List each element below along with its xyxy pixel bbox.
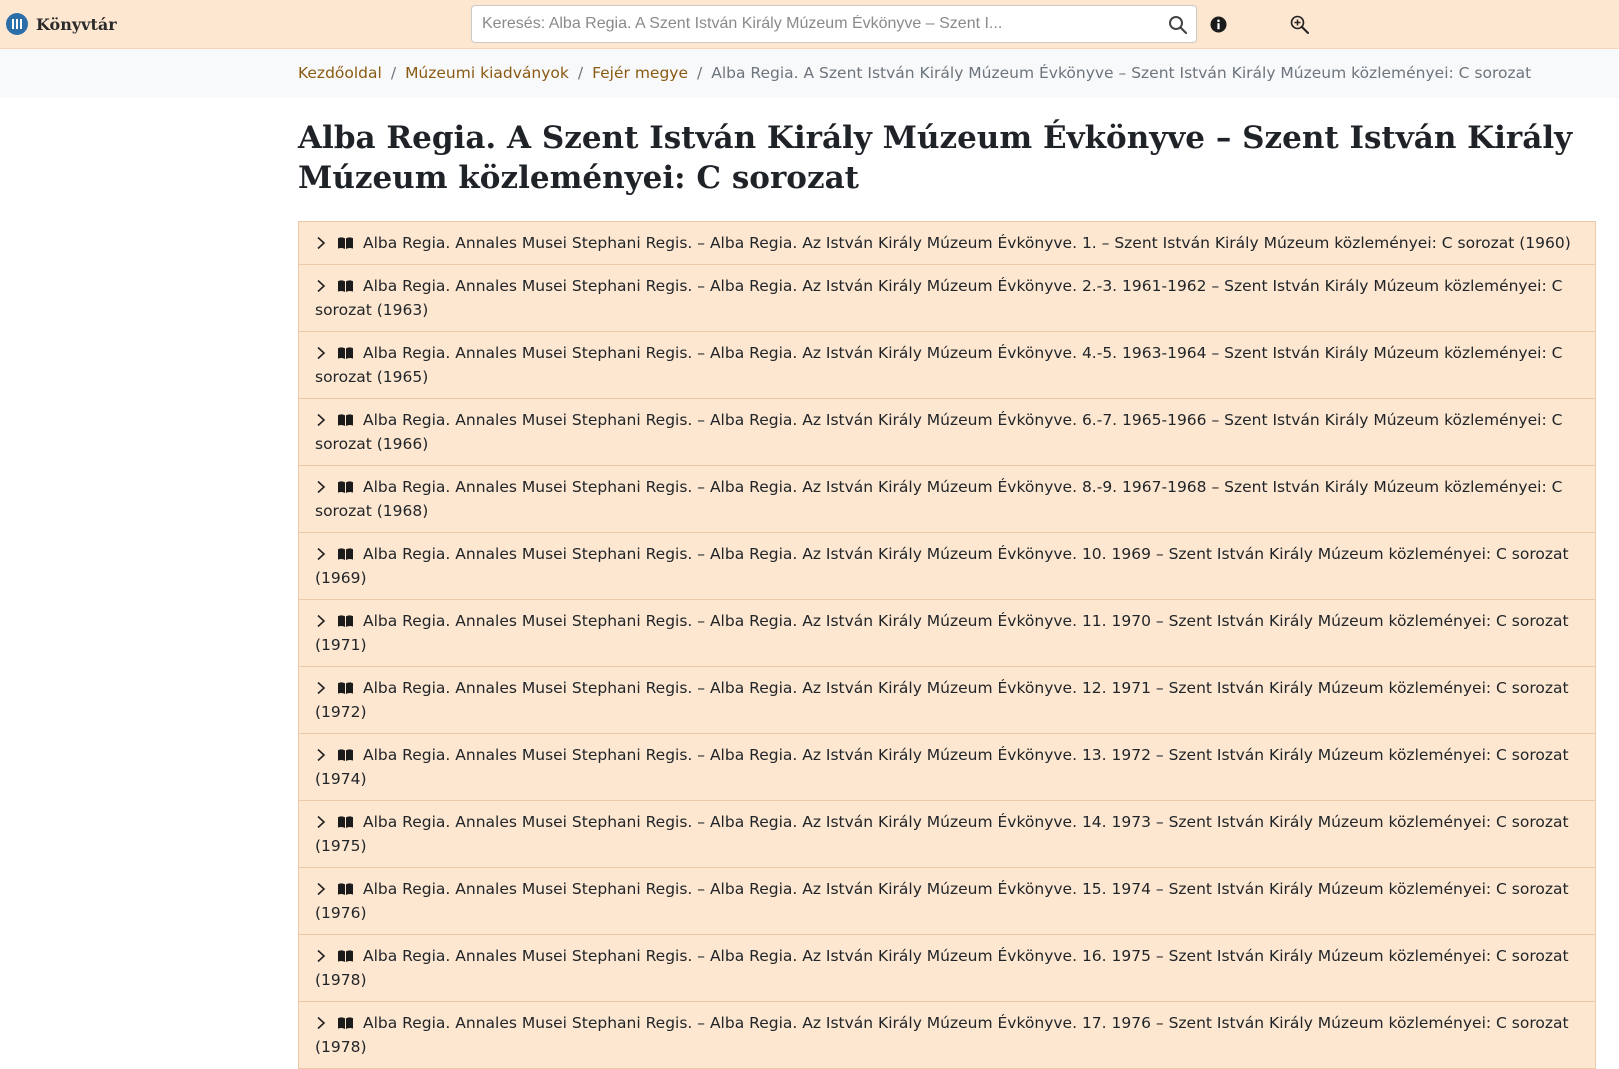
breadcrumb-home[interactable]: Kezdőoldal (298, 64, 382, 82)
breadcrumb-separator: / (577, 64, 584, 82)
list-item[interactable]: Alba Regia. Annales Musei Stephani Regis… (299, 399, 1595, 466)
list-item-label: Alba Regia. Annales Musei Stephani Regis… (315, 411, 1563, 453)
book-icon (337, 678, 354, 694)
list-item-label: Alba Regia. Annales Musei Stephani Regis… (315, 612, 1569, 654)
book-icon (337, 544, 354, 560)
book-icon (337, 410, 354, 426)
list-item[interactable]: Alba Regia. Annales Musei Stephani Regis… (299, 1002, 1595, 1069)
page-title: Alba Regia. A Szent István Király Múzeum… (298, 120, 1573, 196)
list-item[interactable]: Alba Regia. Annales Musei Stephani Regis… (299, 935, 1595, 1002)
list-item-label: Alba Regia. Annales Musei Stephani Regis… (315, 880, 1569, 922)
chevron-right-icon[interactable] (315, 745, 327, 762)
list-item[interactable]: Alba Regia. Annales Musei Stephani Regis… (299, 533, 1595, 600)
top-navbar: Könyvtár (0, 0, 1619, 49)
chevron-right-icon[interactable] (315, 276, 327, 293)
list-item-label: Alba Regia. Annales Musei Stephani Regis… (315, 545, 1569, 587)
list-item[interactable]: Alba Regia. Annales Musei Stephani Regis… (299, 265, 1595, 332)
list-item-label: Alba Regia. Annales Musei Stephani Regis… (315, 344, 1563, 386)
list-item-label: Alba Regia. Annales Musei Stephani Regis… (315, 947, 1569, 989)
info-icon[interactable] (1210, 16, 1227, 33)
breadcrumb-museum-publications[interactable]: Múzeumi kiadványok (405, 64, 569, 82)
book-icon (337, 946, 354, 962)
book-icon (337, 879, 354, 895)
book-icon (337, 276, 354, 292)
breadcrumb-current: Alba Regia. A Szent István Király Múzeum… (711, 64, 1532, 82)
breadcrumb: Kezdőoldal / Múzeumi kiadványok / Fejér … (298, 64, 1531, 82)
chevron-right-icon[interactable] (315, 611, 327, 628)
search-icon[interactable] (1168, 15, 1188, 35)
chevron-right-icon[interactable] (315, 233, 327, 250)
chevron-right-icon[interactable] (315, 544, 327, 561)
list-item[interactable]: Alba Regia. Annales Musei Stephani Regis… (299, 667, 1595, 734)
list-item[interactable]: Alba Regia. Annales Musei Stephani Regis… (299, 466, 1595, 533)
chevron-right-icon[interactable] (315, 477, 327, 494)
breadcrumb-separator: / (697, 64, 703, 82)
chevron-right-icon[interactable] (315, 879, 327, 896)
list-item-label: Alba Regia. Annales Musei Stephani Regis… (315, 679, 1569, 721)
list-item-label: Alba Regia. Annales Musei Stephani Regis… (315, 746, 1569, 788)
chevron-right-icon[interactable] (315, 343, 327, 360)
book-icon (337, 812, 354, 828)
book-icon (337, 611, 354, 627)
list-item-label: Alba Regia. Annales Musei Stephani Regis… (315, 478, 1563, 520)
chevron-right-icon[interactable] (315, 946, 327, 963)
list-item-label: Alba Regia. Annales Musei Stephani Regis… (363, 234, 1571, 252)
search-box (471, 5, 1197, 43)
list-item-label: Alba Regia. Annales Musei Stephani Regis… (315, 1014, 1569, 1056)
list-item[interactable]: Alba Regia. Annales Musei Stephani Regis… (299, 801, 1595, 868)
book-icon (337, 1013, 354, 1029)
brand-name: Könyvtár (36, 14, 117, 34)
list-item-label: Alba Regia. Annales Musei Stephani Regis… (315, 813, 1569, 855)
chevron-right-icon[interactable] (315, 410, 327, 427)
library-logo-icon (6, 13, 28, 35)
list-item[interactable]: Alba Regia. Annales Musei Stephani Regis… (299, 734, 1595, 801)
list-item[interactable]: Alba Regia. Annales Musei Stephani Regis… (299, 332, 1595, 399)
list-item-label: Alba Regia. Annales Musei Stephani Regis… (315, 277, 1563, 319)
brand-link[interactable]: Könyvtár (6, 12, 117, 36)
book-icon (337, 233, 354, 249)
volume-list: Alba Regia. Annales Musei Stephani Regis… (298, 221, 1596, 1069)
breadcrumb-separator: / (390, 64, 397, 82)
search-input[interactable] (482, 6, 1154, 42)
list-item[interactable]: Alba Regia. Annales Musei Stephani Regis… (299, 222, 1595, 265)
book-icon (337, 343, 354, 359)
chevron-right-icon[interactable] (315, 678, 327, 695)
list-item[interactable]: Alba Regia. Annales Musei Stephani Regis… (299, 600, 1595, 667)
zoom-in-icon[interactable] (1290, 15, 1309, 34)
breadcrumb-fejer-county[interactable]: Fejér megye (592, 64, 688, 82)
breadcrumb-bar: Kezdőoldal / Múzeumi kiadványok / Fejér … (0, 49, 1619, 98)
chevron-right-icon[interactable] (315, 1013, 327, 1030)
chevron-right-icon[interactable] (315, 812, 327, 829)
list-item[interactable]: Alba Regia. Annales Musei Stephani Regis… (299, 868, 1595, 935)
book-icon (337, 745, 354, 761)
book-icon (337, 477, 354, 493)
